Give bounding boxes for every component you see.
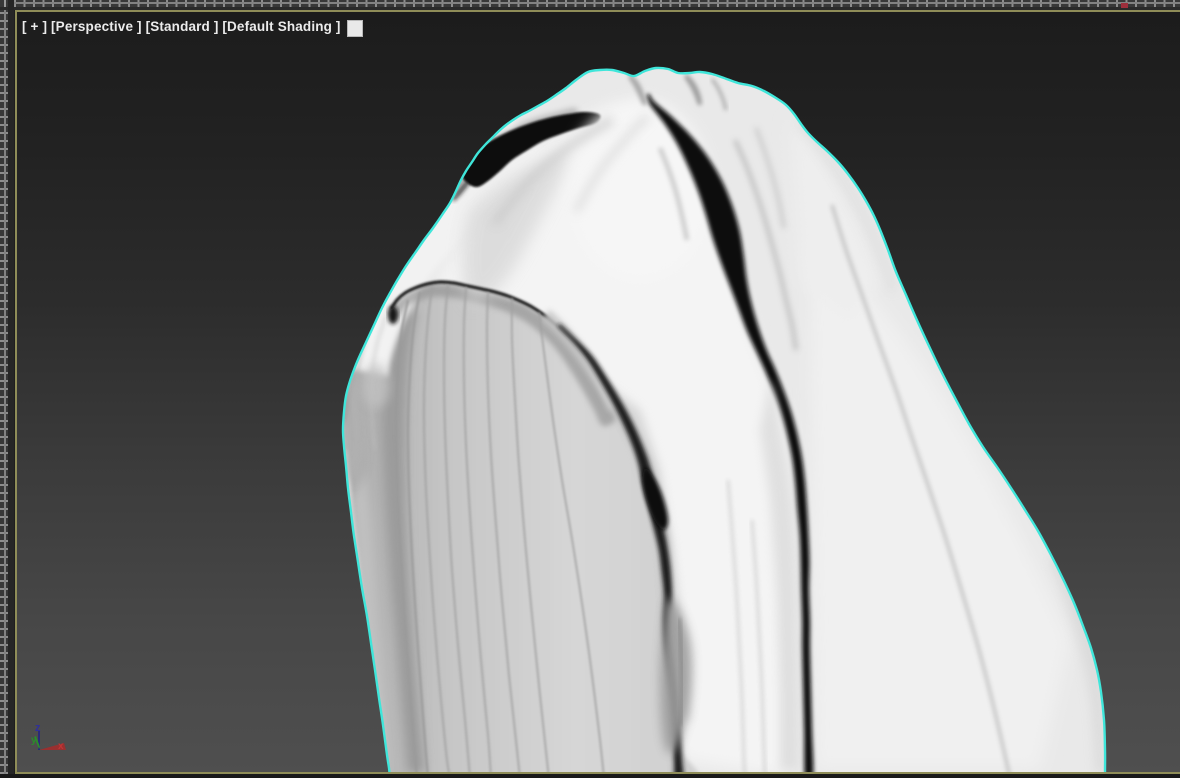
svg-text:y: y — [31, 735, 37, 746]
svg-text:x: x — [58, 741, 64, 752]
svg-text:z: z — [35, 722, 41, 734]
